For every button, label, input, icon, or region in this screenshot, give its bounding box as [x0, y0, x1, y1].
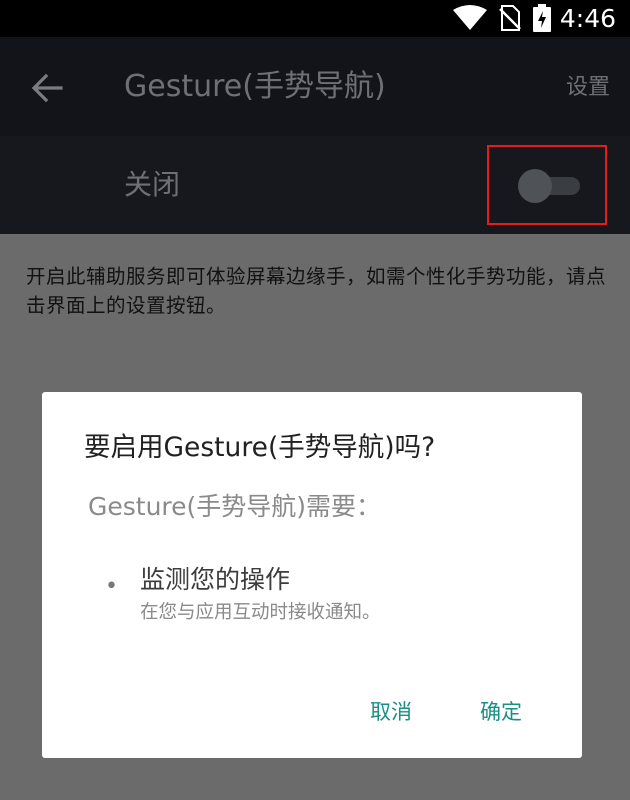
- permission-description: 在您与应用互动时接收通知。: [140, 602, 381, 623]
- service-switch-row: 关闭: [0, 136, 630, 234]
- switch-state-label: 关闭: [124, 168, 181, 201]
- status-bar: 4:46: [0, 0, 630, 37]
- permission-title: 监测您的操作: [140, 565, 291, 594]
- toolbar: Gesture(手势导航) 设置: [0, 37, 630, 136]
- wifi-icon: [453, 5, 487, 30]
- settings-button[interactable]: 设置: [566, 70, 610, 106]
- dialog-title: 要启用Gesture(手势导航)吗?: [84, 432, 436, 463]
- no-sim-icon: [499, 5, 521, 31]
- service-toggle[interactable]: [518, 169, 584, 203]
- permission-bullet: •: [105, 574, 118, 599]
- battery-charging-icon: [533, 4, 551, 32]
- status-time: 4:46: [559, 4, 616, 33]
- enable-service-dialog: 要启用Gesture(手势导航)吗? Gesture(手势导航)需要： • 监测…: [42, 392, 582, 758]
- ok-button[interactable]: 确定: [480, 694, 522, 730]
- page-title: Gesture(手势导航): [124, 69, 386, 104]
- service-description: 开启此辅助服务即可体验屏幕边缘手，如需个性化手势功能，请点击界面上的设置按钮。: [26, 265, 607, 317]
- toggle-thumb: [518, 169, 552, 203]
- dialog-subtitle: Gesture(手势导航)需要：: [88, 492, 382, 521]
- arrow-left-icon[interactable]: [26, 67, 68, 109]
- cancel-button[interactable]: 取消: [370, 694, 412, 730]
